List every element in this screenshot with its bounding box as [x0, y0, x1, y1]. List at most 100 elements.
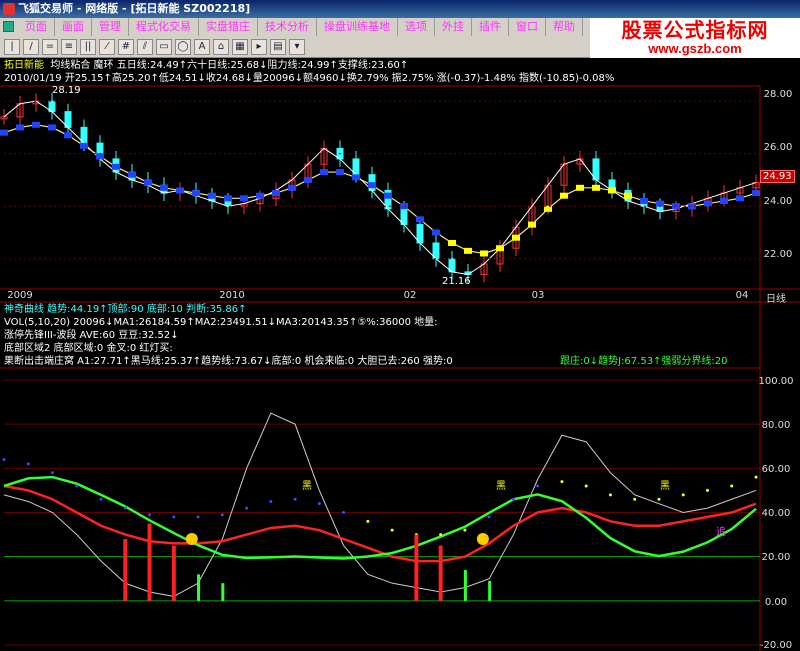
trend-band-mark [752, 190, 760, 197]
dotted-trend-point [390, 528, 394, 532]
trend-band-mark [304, 176, 312, 183]
trend-band-mark [288, 184, 296, 191]
trend-band-mark [272, 190, 280, 197]
dotted-trend-point [608, 493, 612, 497]
osc-tick: 80.00 [761, 420, 791, 431]
sub-line-5a: 果断出击端庄窝 A1:27.71↑黑马线:25.37↑趋势线:73.67↓底部:… [4, 356, 453, 367]
zhui-label: 追 [716, 527, 726, 538]
red-histogram-bar [171, 545, 176, 601]
dotted-trend-point [366, 519, 370, 523]
trend-band-mark [240, 195, 248, 202]
dotted-trend-point [148, 513, 152, 517]
trend-band-mark [512, 234, 520, 241]
sub-line-3: 涨停先锋III-波段 AVE:60 豆豆:32.52↓ [4, 330, 179, 341]
trend-band-mark [80, 142, 88, 149]
dotted-trend-point [293, 497, 297, 501]
trend-band-mark [576, 184, 584, 191]
last-price-tag: 24.93 [760, 170, 795, 183]
trend-band-mark [560, 192, 568, 199]
trend-band-mark [256, 192, 264, 199]
trend-band-mark [640, 197, 648, 204]
price-tick: 22.00 [763, 249, 793, 260]
dotted-trend-point [536, 484, 540, 488]
hei-label: 黑 [302, 481, 312, 492]
hei-label: 黑 [496, 481, 506, 492]
trend-band-mark [112, 163, 120, 170]
trend-band-mark [96, 153, 104, 160]
trend-band-mark [224, 195, 232, 202]
trend-band-mark [448, 239, 456, 246]
osc-tick: 40.00 [761, 508, 791, 519]
trend-band-mark [496, 245, 504, 252]
trend-band-mark [592, 184, 600, 191]
red-histogram-bar [438, 545, 443, 601]
price-tick: 24.00 [763, 196, 793, 207]
trend-band-mark [736, 195, 744, 202]
green-histogram-bar [463, 569, 467, 601]
price-series-line [3, 124, 757, 255]
dotted-trend-point [26, 462, 30, 466]
trend-band-mark [720, 197, 728, 204]
smiley-icon [476, 533, 489, 545]
trend-band-mark [160, 184, 168, 191]
sub-line-1: 神奇曲线 趋势:44.19↑顶部:90 底部:10 判断:35.86↑ [4, 304, 247, 315]
trend-band-mark [656, 200, 664, 207]
trend-band-mark [368, 182, 376, 189]
period-daily[interactable]: 日线 [758, 290, 794, 305]
dotted-trend-point [657, 497, 661, 501]
trend-band-mark [464, 247, 472, 254]
dotted-trend-point [633, 497, 637, 501]
red-histogram-bar [123, 539, 128, 601]
osc-tick: 60.00 [761, 464, 791, 475]
dotted-trend-point [584, 484, 588, 488]
dotted-trend-point [2, 458, 6, 461]
dotted-trend-point [730, 484, 734, 488]
green-histogram-bar [488, 580, 492, 601]
sub-line-5b: 跟庄:0↓趋势J:67.53↑强弱分界线:20 [560, 356, 728, 367]
trend-band-mark [480, 250, 488, 257]
dotted-trend-point [342, 511, 346, 514]
dotted-trend-point [172, 515, 176, 519]
trend-band-mark [624, 192, 632, 199]
dotted-trend-point [560, 480, 564, 484]
dotted-trend-point [511, 497, 515, 501]
dotted-trend-point [245, 506, 249, 510]
osc-series-line [3, 484, 757, 563]
dotted-trend-point [196, 515, 200, 519]
red-histogram-bar [414, 534, 419, 601]
red-histogram-bar [147, 523, 152, 601]
date-axis [4, 290, 760, 303]
trend-band-mark [704, 200, 712, 207]
trend-band-mark [352, 174, 360, 181]
sub-line-4: 底部区域2 底部区域:0 金叉:0 红灯买: [4, 343, 173, 354]
osc-tick: 0.00 [764, 597, 788, 608]
dotted-trend-point [269, 499, 273, 503]
date-03: 03 [531, 290, 545, 301]
dotted-trend-point [754, 475, 758, 479]
trend-band-mark [192, 190, 200, 197]
date-2010: 2010 [219, 290, 245, 301]
price-tick: 28.00 [763, 89, 793, 100]
date-04: 04 [735, 290, 749, 301]
dotted-trend-point [220, 513, 224, 517]
price-tick: 26.00 [763, 142, 793, 153]
trend-band-mark [176, 187, 184, 194]
trend-band-mark [48, 124, 56, 131]
trend-band-mark [608, 187, 616, 194]
dotted-trend-point [463, 528, 467, 532]
trend-band-mark [64, 132, 72, 139]
trend-band-mark [528, 221, 536, 228]
trend-band-mark [672, 203, 680, 210]
trend-band-mark [320, 169, 328, 176]
green-histogram-bar [197, 574, 201, 601]
dotted-trend-point [99, 497, 103, 501]
dotted-trend-point [705, 488, 709, 492]
price-series-line [3, 100, 757, 276]
trend-band-mark [416, 216, 424, 223]
trend-band-mark [384, 192, 392, 199]
high-label: 28.19 [52, 85, 81, 96]
dotted-trend-point [487, 515, 491, 519]
osc-tick: -20.00 [759, 640, 793, 651]
low-label: 21.16 [442, 276, 471, 287]
dotted-trend-point [123, 506, 127, 510]
